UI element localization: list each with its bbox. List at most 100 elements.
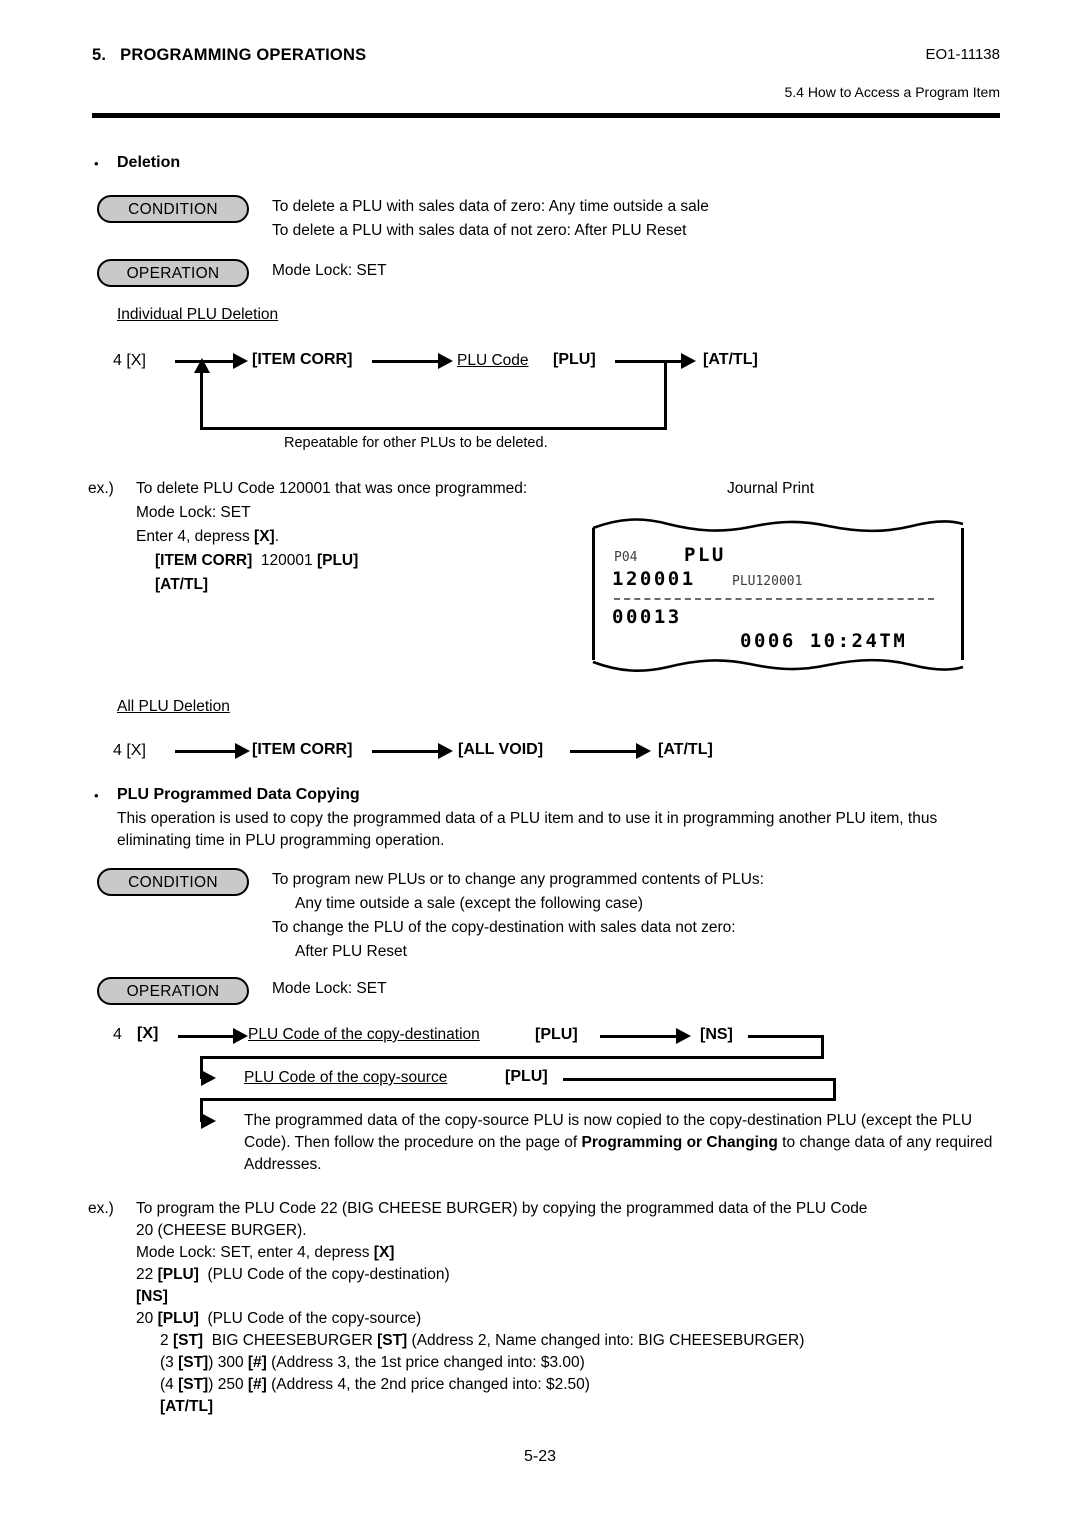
flow1-line-2 — [372, 360, 440, 363]
flow3-result-text: The programmed data of the copy-source P… — [244, 1112, 993, 1173]
operation-badge-deletion: OPERATION — [97, 259, 249, 287]
individual-plu-deletion-title: Individual PLU Deletion — [117, 306, 279, 323]
key-plu: [PLU] — [316, 552, 359, 569]
flow3-arrow-2 — [676, 1028, 691, 1044]
all-plu-deletion-title: All PLU Deletion — [117, 698, 230, 715]
deletion-condition-line-1: To delete a PLU with sales data of zero:… — [272, 198, 709, 215]
flow3-dest-key: [PLU] — [535, 1026, 578, 1043]
deletion-operation-text: Mode Lock: SET — [272, 262, 387, 279]
document-code: EO1-11138 — [925, 46, 1001, 63]
example2-line-8: (3 [ST]) 300 [#] (Address 3, the 1st pri… — [160, 1354, 585, 1371]
flow1-step-item-corr: [ITEM CORR] — [252, 351, 353, 368]
key-st-2: [ST] — [377, 1332, 408, 1349]
copying-operation-text: Mode Lock: SET — [272, 980, 387, 997]
flow3-wrap2-bottom — [200, 1098, 836, 1101]
key-hash-1: [#] — [247, 1354, 267, 1371]
journal-line3: 00013 — [612, 606, 682, 628]
flow1-plu-code: PLU Code — [457, 352, 529, 369]
flow1-loop-bottom — [200, 427, 667, 430]
journal-print-caption: Journal Print — [727, 480, 815, 497]
journal-line2-right: PLU120001 — [732, 574, 803, 589]
flow3-wrap1-arrow — [201, 1070, 216, 1086]
flow1-loop-note: Repeatable for other PLUs to be deleted. — [284, 435, 548, 451]
flow1-line-3 — [615, 360, 683, 363]
flow1-loop-right — [664, 360, 667, 430]
flow1-plu-key: [PLU] — [553, 351, 596, 368]
flow3-dest-code: PLU Code of the copy-destination — [248, 1026, 480, 1043]
condition-badge-copying: CONDITION — [97, 868, 249, 896]
example2-prefix: ex.) — [88, 1200, 114, 1217]
receipt-left-edge — [592, 528, 595, 660]
example1-line-4: [ITEM CORR] 120001 [PLU] — [155, 551, 358, 572]
flow1-loop-left — [200, 372, 203, 429]
example1-code: 120001 — [260, 552, 313, 569]
flow3-start-key: [X] — [137, 1025, 159, 1042]
example2-line-1: To program the PLU Code 22 (BIG CHEESE B… — [136, 1200, 868, 1217]
flow2-step-attl: [AT/TL] — [658, 741, 713, 758]
flow3-wrap2-right — [833, 1078, 836, 1100]
copying-condition-line-1: To program new PLUs or to change any pro… — [272, 871, 764, 888]
example1-line-2: Mode Lock: SET — [136, 504, 251, 521]
example1-line-3: Enter 4, depress [X]. — [136, 528, 280, 545]
operation-badge-copying: OPERATION — [97, 977, 249, 1005]
example1-line-1: To delete PLU Code 120001 that was once … — [136, 480, 528, 497]
flow3-start-number: 4 — [113, 1026, 122, 1043]
flow2-start: 4 [X] — [113, 742, 146, 759]
manual-page: 5. PROGRAMMING OPERATIONS EO1-11138 5.4 H… — [0, 0, 1080, 1528]
copying-condition-line-4: After PLU Reset — [295, 943, 407, 960]
section-title: PROGRAMMING OPERATIONS — [120, 46, 367, 64]
example1-line-5: [AT/TL] — [155, 576, 209, 593]
flow3-result-bold: Programming or Changing — [581, 1134, 778, 1151]
example2-line-3: Mode Lock: SET, enter 4, depress [X] — [136, 1244, 395, 1261]
journal-line1-right: PLU — [684, 544, 726, 566]
example1-prefix: ex.) — [88, 480, 114, 497]
flow2-line-2 — [372, 750, 440, 753]
receipt-right-edge — [961, 528, 964, 660]
flow1-loop-arrow — [194, 358, 210, 373]
flow1-arrow-3 — [681, 353, 696, 369]
key-st-3: [ST] — [178, 1354, 209, 1371]
bullet-marker-copying: • — [94, 788, 99, 803]
header-divider — [92, 113, 1000, 118]
key-st-4: [ST] — [178, 1376, 209, 1393]
key-plu-src: [PLU] — [157, 1310, 199, 1327]
example2-line-6: 20 [PLU] (PLU Code of the copy-source) — [136, 1310, 422, 1327]
key-plu-dest: [PLU] — [157, 1266, 199, 1283]
flow2-step-item-corr: [ITEM CORR] — [252, 741, 353, 758]
copying-condition-line-3: To change the PLU of the copy-destinatio… — [272, 919, 736, 936]
receipt-bottom-edge — [592, 658, 964, 672]
copying-intro: This operation is used to copy the progr… — [117, 810, 938, 849]
deletion-heading: Deletion — [117, 154, 181, 171]
receipt-top-edge — [592, 518, 964, 533]
flow3-src-key: [PLU] — [505, 1068, 548, 1085]
flow1-arrow-2 — [438, 353, 453, 369]
key-item-corr: [ITEM CORR] — [155, 552, 253, 569]
journal-line4: 0006 10:24TM — [740, 630, 908, 652]
section-number: 5. — [92, 46, 107, 64]
flow3-line-2 — [600, 1035, 678, 1038]
flow2-arrow-2 — [438, 743, 453, 759]
flow2-step-all-void: [ALL VOID] — [458, 741, 544, 758]
example2-line-2: 20 (CHEESE BURGER). — [136, 1222, 307, 1239]
flow3-arrow-1 — [233, 1028, 248, 1044]
journal-line1-left: P04 — [614, 550, 638, 565]
flow3-wrap2-arrow — [201, 1113, 216, 1129]
flow3-wrap2-top — [563, 1078, 836, 1081]
page-header-title: 5. PROGRAMMING OPERATIONS — [92, 46, 366, 65]
deletion-condition-line-2: To delete a PLU with sales data of not z… — [272, 222, 687, 239]
key-x-2: [X] — [373, 1244, 395, 1261]
page-number: 5-23 — [523, 1448, 557, 1465]
flow3-src-code: PLU Code of the copy-source — [244, 1069, 448, 1086]
example2-line-9: (4 [ST]) 250 [#] (Address 4, the 2nd pri… — [160, 1376, 590, 1393]
key-x: [X] — [254, 528, 275, 545]
flow3-wrap1-bottom — [200, 1056, 824, 1059]
journal-line2-left: 120001 — [612, 568, 696, 590]
example2-line-7: 2 [ST] BIG CHEESEBURGER [ST] (Address 2,… — [160, 1332, 805, 1349]
copying-condition-line-2: Any time outside a sale (except the foll… — [295, 895, 644, 912]
example2-line-10: [AT/TL] — [160, 1398, 214, 1415]
flow2-line-1 — [175, 750, 237, 753]
flow2-line-3 — [570, 750, 638, 753]
journal-separator — [614, 598, 934, 600]
example2-line-5: [NS] — [136, 1288, 168, 1305]
flow1-step-attl: [AT/TL] — [703, 351, 758, 368]
